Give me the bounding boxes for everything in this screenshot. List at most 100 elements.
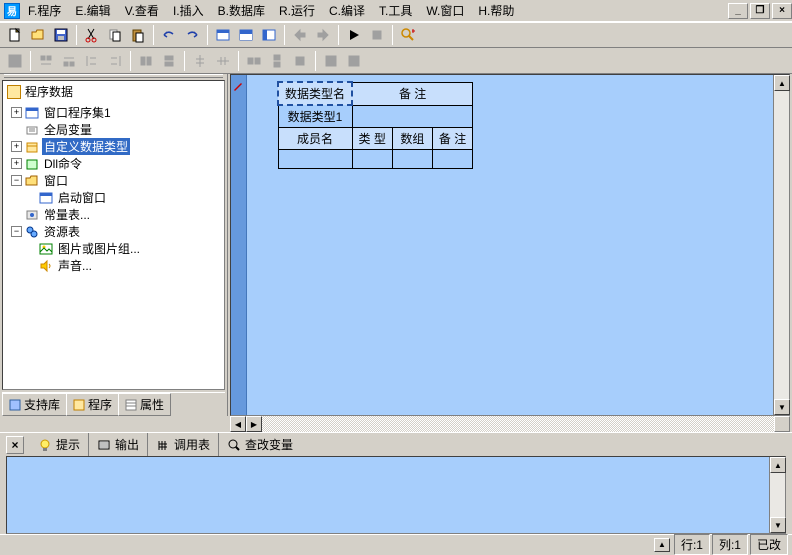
tree-node-sound[interactable]: 声音... <box>5 257 222 274</box>
grid-cell-remark[interactable] <box>352 105 473 128</box>
open-button[interactable] <box>27 24 49 46</box>
tree-node-dll[interactable]: +Dll命令 <box>5 155 222 172</box>
tree-node-window[interactable]: −窗口 <box>5 172 222 189</box>
new-button[interactable] <box>4 24 26 46</box>
tree-node-customtype[interactable]: +自定义数据类型 <box>5 138 222 155</box>
grid-header-typename[interactable]: 数据类型名 <box>278 82 352 105</box>
panel1-button[interactable] <box>212 24 234 46</box>
sidebar-grip[interactable] <box>4 74 223 78</box>
sidebar-tabs: 支持库 程序 属性 <box>2 392 225 416</box>
scroll-right-icon[interactable]: ▶ <box>246 416 262 432</box>
edit-marker-icon <box>233 81 243 91</box>
grid-header-member[interactable]: 成员名 <box>278 128 352 150</box>
close-button[interactable]: × <box>772 3 792 19</box>
collapse-icon[interactable]: − <box>11 226 22 237</box>
tree-node-startwindow[interactable]: 启动窗口 <box>5 189 222 206</box>
disabled1-button <box>289 24 311 46</box>
tree-node-resource[interactable]: −资源表 <box>5 223 222 240</box>
tree-node-image[interactable]: 图片或图片组... <box>5 240 222 257</box>
grid-cell[interactable] <box>392 150 432 169</box>
editor-hscrollbar[interactable]: ◀ ▶ <box>230 416 790 432</box>
output-vscrollbar[interactable]: ▲ ▼ <box>769 457 785 533</box>
grid-cell[interactable] <box>278 150 352 169</box>
type-definition-grid[interactable]: 数据类型名 备 注 数据类型1 成员名 类 型 数组 备 注 <box>277 81 473 169</box>
save-button[interactable] <box>50 24 72 46</box>
toolbar-align <box>0 48 792 74</box>
tab-calltable[interactable]: 调用表 <box>148 433 219 456</box>
grid-cell[interactable] <box>432 150 472 169</box>
type-icon <box>25 140 39 154</box>
menu-window[interactable]: W.窗口 <box>420 0 470 21</box>
menu-view[interactable]: V.查看 <box>119 0 165 21</box>
minimize-button[interactable]: _ <box>728 3 748 19</box>
tab-hint[interactable]: 提示 <box>30 433 89 456</box>
align13 <box>320 50 342 72</box>
prog-icon <box>73 399 85 411</box>
grid-cell[interactable] <box>352 150 392 169</box>
grid-cell-typename[interactable]: 数据类型1 <box>278 105 352 128</box>
scroll-left-icon[interactable]: ◀ <box>230 416 246 432</box>
tab-properties[interactable]: 属性 <box>118 393 171 416</box>
scroll-up-icon[interactable]: ▲ <box>770 457 786 473</box>
collapse-icon[interactable]: − <box>11 175 22 186</box>
expand-icon[interactable]: + <box>11 158 22 169</box>
scroll-track[interactable] <box>774 91 789 399</box>
scroll-down-icon[interactable]: ▼ <box>774 399 790 415</box>
tree-root-icon <box>7 85 21 99</box>
menu-compile[interactable]: C.编译 <box>323 0 371 21</box>
align14 <box>343 50 365 72</box>
scroll-up-icon[interactable]: ▲ <box>654 538 670 552</box>
prop-icon <box>125 399 137 411</box>
tab-program[interactable]: 程序 <box>66 393 119 416</box>
calltable-icon <box>156 438 170 452</box>
align3 <box>58 50 80 72</box>
search-icon <box>227 438 241 452</box>
menu-database[interactable]: B.数据库 <box>212 0 271 21</box>
output-text[interactable] <box>7 457 769 533</box>
editor-vscrollbar[interactable]: ▲ ▼ <box>773 75 789 415</box>
close-panel-button[interactable]: × <box>6 436 24 454</box>
run-button[interactable] <box>343 24 365 46</box>
tree-node-const[interactable]: 常量表... <box>5 206 222 223</box>
restore-button[interactable]: ❐ <box>750 3 770 19</box>
tab-varwatch[interactable]: 查改变量 <box>219 433 301 456</box>
grid-header-type[interactable]: 类 型 <box>352 128 392 150</box>
menu-edit[interactable]: E.编辑 <box>69 0 116 21</box>
scroll-up-icon[interactable]: ▲ <box>774 75 790 91</box>
const-icon <box>25 208 39 222</box>
find-button[interactable] <box>397 24 419 46</box>
tree-node-programset[interactable]: +窗口程序集1 <box>5 104 222 121</box>
menu-tools[interactable]: T.工具 <box>373 0 418 21</box>
grid-header-remark2[interactable]: 备 注 <box>432 128 472 150</box>
redo-button[interactable] <box>181 24 203 46</box>
module-icon <box>25 106 39 120</box>
status-bar: ▲ 行:1 列:1 已改 <box>0 534 792 554</box>
panel2-button[interactable] <box>235 24 257 46</box>
menu-help[interactable]: H.帮助 <box>472 0 520 21</box>
paste-button[interactable] <box>127 24 149 46</box>
scroll-track[interactable] <box>262 416 774 432</box>
status-modified: 已改 <box>750 534 788 555</box>
undo-button[interactable] <box>158 24 180 46</box>
menu-run[interactable]: R.运行 <box>273 0 321 21</box>
menu-insert[interactable]: I.插入 <box>167 0 210 21</box>
cut-button[interactable] <box>81 24 103 46</box>
resource-icon <box>25 225 39 239</box>
panel3-button[interactable] <box>258 24 280 46</box>
scroll-track[interactable] <box>770 473 785 517</box>
grid-header-remark[interactable]: 备 注 <box>352 82 473 105</box>
tab-support-lib[interactable]: 支持库 <box>2 393 67 416</box>
dll-icon <box>25 157 39 171</box>
tab-output[interactable]: 输出 <box>89 433 148 456</box>
app-logo-icon: 易 <box>4 3 20 19</box>
expand-icon[interactable]: + <box>11 141 22 152</box>
align7 <box>158 50 180 72</box>
copy-button[interactable] <box>104 24 126 46</box>
scroll-down-icon[interactable]: ▼ <box>770 517 786 533</box>
grid-header-array[interactable]: 数组 <box>392 128 432 150</box>
align11 <box>266 50 288 72</box>
menu-file[interactable]: F.程序 <box>22 0 67 21</box>
tree-node-globalvar[interactable]: 全局变量 <box>5 121 222 138</box>
expand-icon[interactable]: + <box>11 107 22 118</box>
align1 <box>4 50 26 72</box>
